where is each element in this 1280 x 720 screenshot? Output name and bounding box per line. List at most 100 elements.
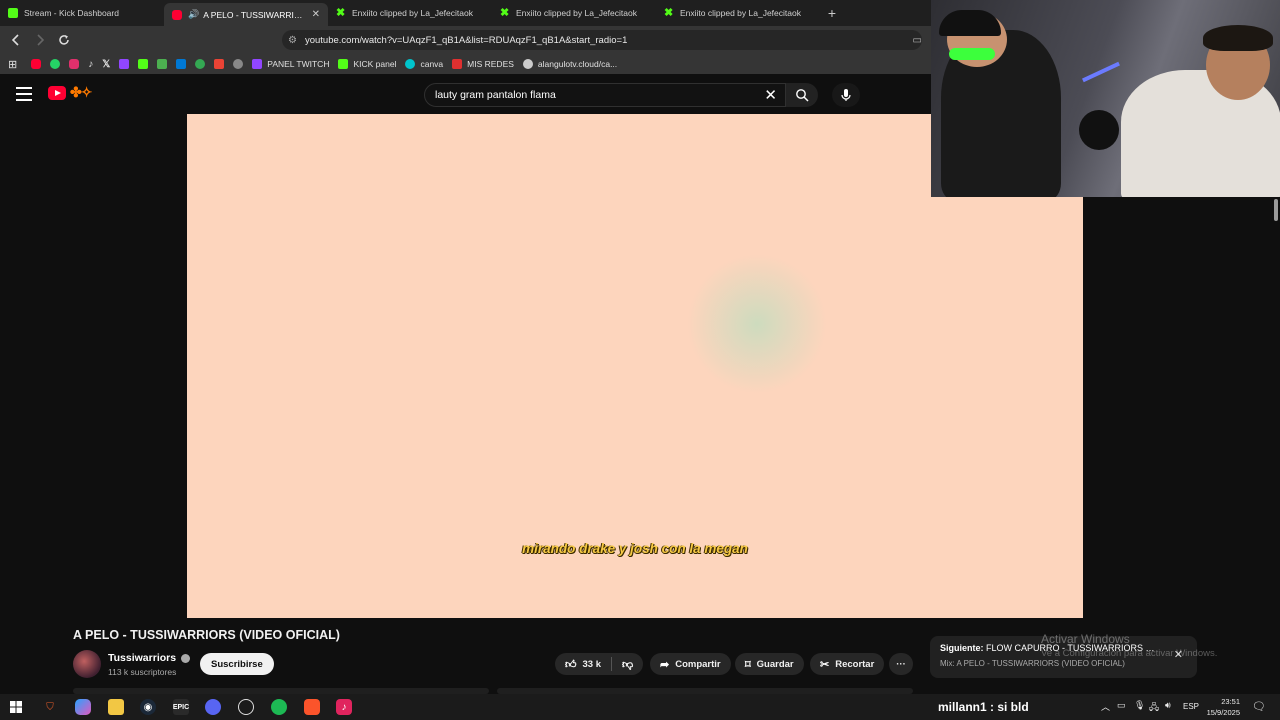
share-icon: ➦ bbox=[660, 658, 670, 671]
mic-tray-icon[interactable]: 🎙︎ bbox=[1134, 700, 1145, 711]
voice-search-button[interactable] bbox=[832, 83, 860, 107]
extensions-icon[interactable]: ✤✧ bbox=[70, 84, 92, 101]
up-next-prefix: Siguiente: bbox=[940, 643, 984, 653]
discord-icon[interactable] bbox=[205, 699, 221, 715]
site-settings-icon[interactable]: ⚙ bbox=[288, 35, 297, 46]
bookmark-outlook[interactable] bbox=[176, 59, 187, 69]
channel-name-row[interactable]: Tussiwarriors bbox=[108, 652, 191, 664]
bookmark-label: canva bbox=[420, 59, 444, 69]
save-button[interactable]: ⌑ Guardar bbox=[735, 653, 804, 675]
tab-youtube-video[interactable]: 🔊 A PELO - TUSSIWARRIORS (V ✕ bbox=[164, 3, 328, 26]
activation-watermark-title: Activar Windows bbox=[1041, 632, 1130, 646]
taskbar-clock[interactable]: 23:51 15/9/2025 bbox=[1196, 696, 1240, 718]
notifications-icon[interactable]: 🗨︎ bbox=[1252, 700, 1266, 713]
page-scrollbar[interactable] bbox=[1272, 197, 1280, 697]
bookmark-gmail[interactable] bbox=[214, 59, 225, 69]
forward-button[interactable] bbox=[30, 30, 50, 50]
bookmark-panel-twitch[interactable]: PANEL TWITCH bbox=[252, 59, 329, 69]
tab-kick-clip-1[interactable]: ✖ Enxiito clipped by La_Jefecitaok bbox=[328, 0, 492, 26]
bookmark-green[interactable] bbox=[195, 59, 206, 69]
back-button[interactable] bbox=[6, 30, 26, 50]
bookmark-canva[interactable]: canva bbox=[405, 59, 443, 69]
stream-chat-message: millann1 : si bld bbox=[938, 700, 1029, 714]
reload-icon bbox=[59, 35, 69, 45]
youtube-logo-icon[interactable] bbox=[48, 86, 66, 100]
streamer-right-hair bbox=[1203, 25, 1273, 51]
new-tab-button[interactable]: + bbox=[820, 0, 844, 26]
bookmark-youtube[interactable] bbox=[31, 59, 42, 69]
clear-search-icon[interactable]: ✕ bbox=[764, 86, 777, 104]
subscriber-count: 113 k suscriptores bbox=[108, 667, 177, 677]
back-arrow-icon bbox=[11, 34, 19, 46]
file-explorer-icon[interactable] bbox=[108, 699, 124, 715]
channel-avatar[interactable] bbox=[73, 650, 101, 678]
reload-button[interactable] bbox=[54, 30, 74, 50]
instagram-icon bbox=[69, 59, 80, 69]
bookmark-drive[interactable] bbox=[157, 59, 168, 69]
bookmark-icon: ⌑ bbox=[745, 658, 751, 671]
bookmark-instagram[interactable] bbox=[69, 59, 80, 69]
kick-clip-icon: ✖ bbox=[336, 7, 346, 19]
up-next-mix: Mix: A PELO - TUSSIWARRIORS (VIDEO OFICI… bbox=[940, 659, 1125, 668]
epic-games-icon[interactable]: EPIC bbox=[173, 699, 189, 715]
battery-icon[interactable]: ▭ bbox=[1117, 700, 1126, 711]
apps-grid-icon[interactable]: ⊞ bbox=[8, 58, 17, 71]
windows-start-icon[interactable] bbox=[8, 699, 24, 715]
tab-kick-clip-2[interactable]: ✖ Enxiito clipped by La_Jefecitaok bbox=[492, 0, 656, 26]
bookmark-globe[interactable] bbox=[233, 59, 244, 69]
clip-button[interactable]: ✂ Recortar bbox=[810, 653, 885, 675]
bookmark-twitch[interactable] bbox=[119, 59, 130, 69]
like-count[interactable]: 33 k bbox=[583, 659, 602, 670]
kick-icon bbox=[8, 8, 18, 18]
more-actions-button[interactable]: ··· bbox=[889, 653, 913, 675]
screen: Stream - Kick Dashboard 🔊 A PELO - TUSSI… bbox=[0, 0, 1280, 720]
bookmark-tiktok[interactable]: ♪ bbox=[88, 59, 93, 70]
tab-label: A PELO - TUSSIWARRIORS (V bbox=[203, 9, 308, 20]
canva-icon bbox=[405, 59, 416, 69]
subscribe-button[interactable]: Suscribirse bbox=[200, 653, 274, 675]
bookmark-x[interactable]: 𝕏 bbox=[102, 59, 110, 70]
share-button[interactable]: ➦ Compartir bbox=[650, 653, 731, 675]
share-label: Compartir bbox=[675, 658, 721, 670]
bookmark-mis-redes[interactable]: MIS REDES bbox=[452, 59, 514, 69]
tray-chevron-icon[interactable]: ︿ bbox=[1101, 700, 1110, 713]
bookmark-kick-panel[interactable]: KICK panel bbox=[338, 59, 396, 69]
dislike-icon[interactable]: 👎︎ bbox=[622, 658, 633, 671]
bookmark-whatsapp[interactable] bbox=[50, 59, 61, 69]
search-button[interactable] bbox=[786, 83, 818, 107]
cast-icon[interactable]: ▭ bbox=[913, 35, 922, 46]
scrollbar-thumb[interactable] bbox=[1274, 199, 1278, 221]
tiktok-live-icon[interactable]: ♪ bbox=[336, 699, 352, 715]
microphone-prop bbox=[1079, 110, 1119, 150]
tab-label: Enxiito clipped by La_Jefecitaok bbox=[352, 8, 473, 18]
network-icon[interactable]: 🖧︎ bbox=[1149, 700, 1159, 716]
close-tab-icon[interactable]: ✕ bbox=[312, 9, 320, 20]
kick-icon bbox=[338, 59, 349, 69]
webcam-overlay bbox=[931, 0, 1280, 197]
copilot-icon[interactable] bbox=[75, 699, 91, 715]
volume-icon[interactable]: 🔊︎ bbox=[1165, 700, 1171, 711]
twitch-icon bbox=[119, 59, 130, 69]
like-icon[interactable]: 👍︎ bbox=[565, 658, 577, 671]
windows-taskbar: ⛉ ◉ EPIC ♪ ︿ ▭ 🎙︎ 🖧︎ 🔊︎ ESP 🗨︎ bbox=[0, 694, 1280, 720]
tab-kick-dashboard[interactable]: Stream - Kick Dashboard bbox=[0, 0, 164, 26]
scissors-icon: ✂ bbox=[820, 658, 830, 671]
bookmark-alangulotv[interactable]: alangulotv.cloud/ca... bbox=[522, 59, 617, 69]
search-query: lauty gram pantalon flama bbox=[435, 89, 556, 101]
x-icon: 𝕏 bbox=[102, 58, 111, 70]
obs-icon[interactable] bbox=[238, 699, 254, 715]
bookmark-kick[interactable] bbox=[138, 59, 149, 69]
video-frame-glow bbox=[687, 254, 827, 394]
address-bar[interactable]: ⚙ youtube.com/watch?v=UAqzF1_qB1A&list=R… bbox=[282, 30, 922, 50]
speaker-icon[interactable]: 🔊 bbox=[188, 9, 199, 20]
brave-browser-icon[interactable] bbox=[304, 699, 320, 715]
menu-icon[interactable] bbox=[16, 87, 32, 101]
outlook-icon bbox=[176, 59, 187, 69]
shield-icon[interactable]: ⛉ bbox=[42, 699, 58, 715]
search-input[interactable]: lauty gram pantalon flama ✕ bbox=[424, 83, 786, 107]
tab-kick-clip-3[interactable]: ✖ Enxiito clipped by La_Jefecitaok bbox=[656, 0, 820, 26]
globe-icon bbox=[233, 59, 244, 69]
steam-icon[interactable]: ◉ bbox=[140, 699, 156, 715]
spotify-icon[interactable] bbox=[271, 699, 287, 715]
video-title: A PELO - TUSSIWARRIORS (VIDEO OFICIAL) bbox=[73, 628, 340, 642]
